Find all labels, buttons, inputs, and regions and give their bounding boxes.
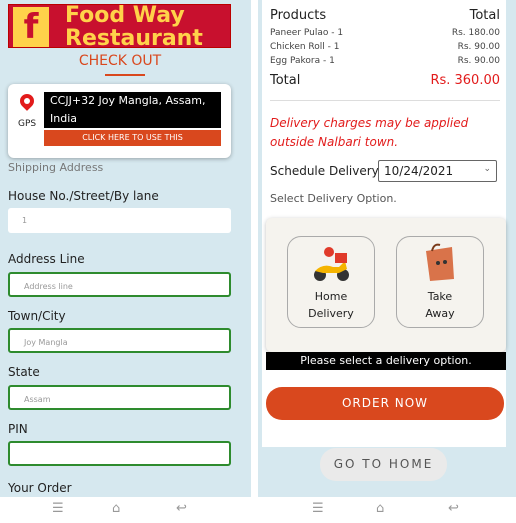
take-away-line2: Away — [425, 307, 455, 320]
shipping-section-title: Shipping Address — [8, 161, 104, 174]
schedule-date-value: 10/24/2021 — [384, 164, 454, 178]
go-to-home-button[interactable]: GO TO HOME — [320, 448, 447, 481]
order-now-button[interactable]: ORDER NOW — [266, 387, 504, 420]
state-label: State — [8, 365, 40, 379]
scooter-icon — [314, 247, 349, 281]
total-column-header: Total — [469, 8, 500, 23]
home-icon[interactable]: ⌂ — [112, 501, 120, 516]
home-delivery-option[interactable]: Home Delivery — [287, 236, 375, 328]
delivery-note: Delivery charges may be applied outside … — [270, 116, 469, 149]
delivery-option-label: Select Delivery Option. — [270, 192, 397, 205]
item-name: Paneer Pulao - 1 — [270, 28, 344, 38]
gps-address: CCJJ+32 Joy Mangla, Assam, India — [44, 92, 221, 128]
your-order-heading: Your Order — [8, 481, 72, 495]
item-price: Rs. 180.00 — [451, 28, 500, 38]
logo-letter: f — [13, 7, 49, 47]
address-field[interactable]: Address line — [8, 272, 231, 297]
item-price: Rs. 90.00 — [457, 42, 500, 52]
item-price: Rs. 90.00 — [457, 56, 500, 66]
logo-title-line2: Restaurant — [65, 26, 203, 51]
checkout-screen-left: f Food Way Restaurant CHECK OUT GPS CCJJ… — [0, 0, 251, 523]
page-title: CHECK OUT — [78, 53, 162, 69]
address-label: Address Line — [8, 252, 85, 266]
total-label: Total — [270, 73, 301, 88]
delivery-option-warning: Please select a delivery option. — [266, 352, 506, 370]
divider — [270, 100, 500, 101]
order-item: Paneer Pulao - 1 Rs. 180.00 — [270, 28, 500, 38]
order-total-row: Total Rs. 360.00 — [270, 73, 500, 88]
take-away-option[interactable]: Take Away — [396, 236, 484, 328]
order-item: Chicken Roll - 1 Rs. 90.00 — [270, 42, 500, 52]
house-label: House No./Street/By lane — [8, 189, 159, 203]
gps-address-line1: CCJJ+32 Joy Mangla, Assam, — [50, 94, 206, 107]
back-icon[interactable]: ↩ — [448, 501, 459, 516]
town-field[interactable]: Joy Mangla — [8, 328, 231, 353]
pin-label: PIN — [8, 422, 28, 436]
system-nav-bar: ☰ ⌂ ↩ — [0, 497, 251, 523]
gps-card: GPS CCJJ+32 Joy Mangla, Assam, India CLI… — [8, 84, 231, 158]
state-field[interactable]: Assam — [8, 385, 231, 410]
total-value: Rs. 360.00 — [430, 73, 500, 88]
gps-address-line2: India — [50, 112, 77, 125]
delivery-options-panel: Home Delivery Take Away — [266, 218, 506, 352]
item-name: Chicken Roll - 1 — [270, 42, 340, 52]
restaurant-logo: f Food Way Restaurant — [8, 3, 231, 51]
order-card: Products Total Paneer Pulao - 1 Rs. 180.… — [262, 0, 506, 447]
logo-title-line1: Food Way — [65, 3, 185, 28]
gps-label: GPS — [18, 119, 37, 129]
home-icon[interactable]: ⌂ — [376, 501, 384, 516]
menu-icon[interactable]: ☰ — [312, 501, 324, 516]
takeaway-bag-icon — [426, 243, 454, 281]
schedule-date-select[interactable]: 10/24/2021 ⌄ — [378, 160, 497, 182]
title-underline — [105, 74, 145, 76]
chevron-down-icon: ⌄ — [483, 164, 491, 174]
schedule-label: Schedule Delivery — [270, 164, 379, 178]
checkout-screen-right: Products Total Paneer Pulao - 1 Rs. 180.… — [258, 0, 516, 523]
pin-field[interactable] — [8, 441, 231, 466]
map-pin-icon — [17, 91, 37, 111]
item-name: Egg Pakora - 1 — [270, 56, 335, 66]
back-icon[interactable]: ↩ — [176, 501, 187, 516]
order-item: Egg Pakora - 1 Rs. 90.00 — [270, 56, 500, 66]
menu-icon[interactable]: ☰ — [52, 501, 64, 516]
house-field[interactable]: 1 — [8, 208, 231, 233]
order-header: Products Total — [270, 8, 500, 23]
home-delivery-line1: Home — [314, 290, 348, 303]
use-gps-address-button[interactable]: CLICK HERE TO USE THIS — [44, 130, 221, 146]
town-label: Town/City — [8, 309, 66, 323]
system-nav-bar: ☰ ⌂ ↩ — [258, 497, 516, 523]
take-away-line1: Take — [427, 290, 453, 303]
home-delivery-line2: Delivery — [308, 307, 354, 320]
products-column-header: Products — [270, 8, 327, 23]
